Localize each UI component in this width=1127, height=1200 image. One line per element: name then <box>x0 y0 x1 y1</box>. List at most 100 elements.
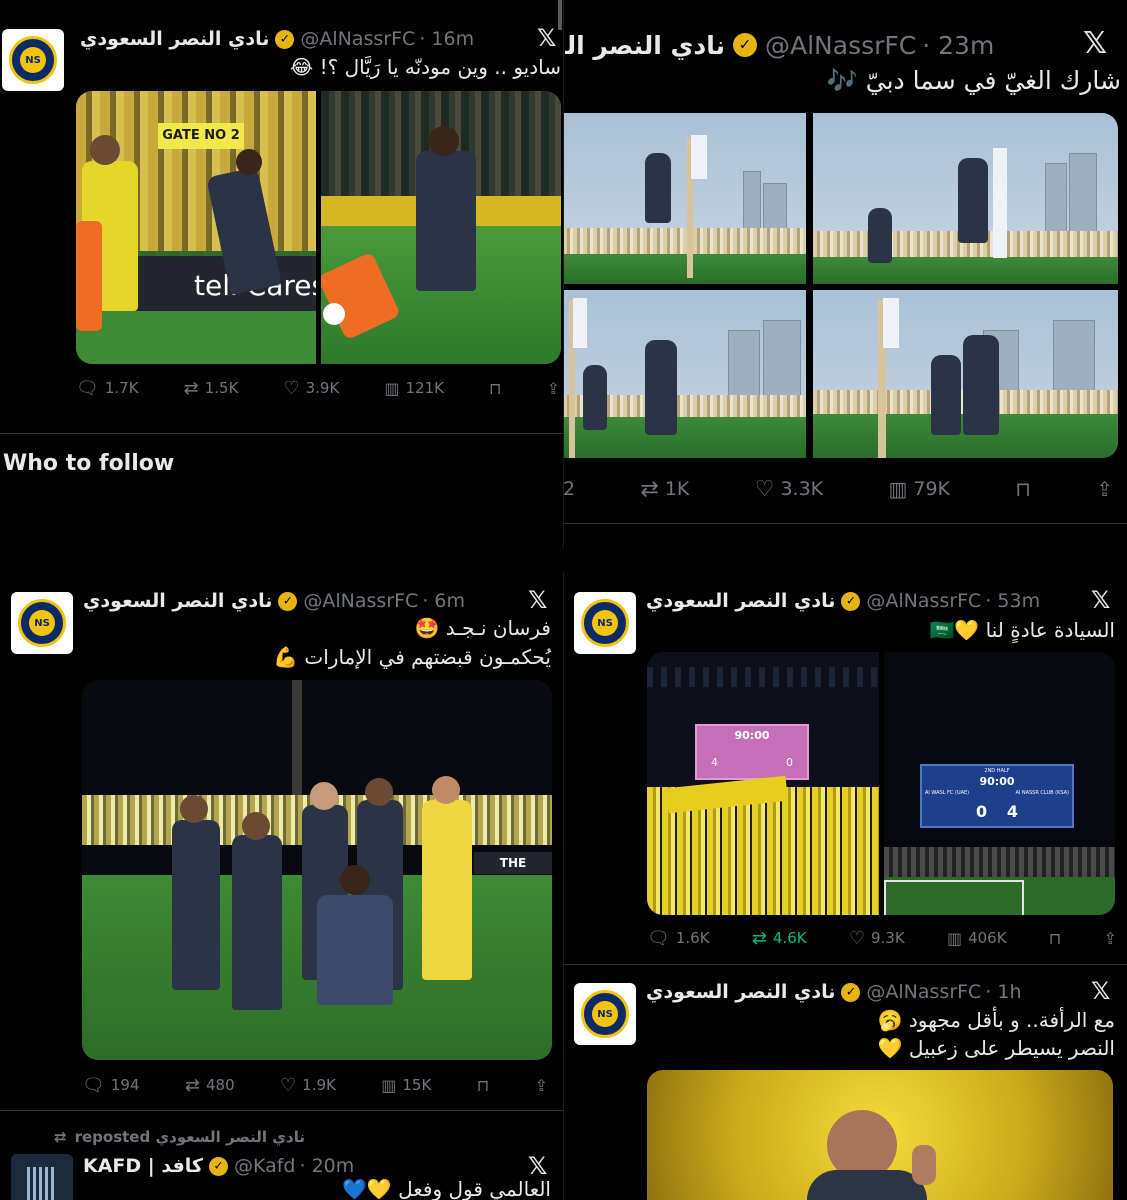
x-logo-icon[interactable]: 𝕏 <box>528 586 547 614</box>
repost-indicator[interactable]: ⇄ reposted نادي النصر السعودي <box>54 1127 305 1147</box>
home-score: 4 <box>711 756 718 769</box>
like-button[interactable]: ♡ 1.9K <box>280 1075 336 1096</box>
player-head <box>242 812 270 840</box>
display-name[interactable]: KAFD | كافد <box>83 1155 203 1177</box>
tweet-media[interactable] <box>647 1070 1113 1200</box>
celebration-photo-2[interactable] <box>813 113 1118 284</box>
handle[interactable]: @AlNassrFC <box>866 590 981 612</box>
timestamp[interactable]: · 53m <box>985 590 1040 612</box>
repost-icon: ⇄ <box>54 1128 67 1146</box>
match-photo-1[interactable]: GATE NO 2 tell Cares <box>76 91 316 364</box>
panel-border <box>0 549 1127 572</box>
building <box>1045 163 1067 235</box>
timestamp[interactable]: · 1h <box>985 981 1021 1003</box>
bar-chart-icon: ▥ <box>381 1075 397 1095</box>
bookmark-icon: ⊓ <box>476 1075 490 1095</box>
like-button[interactable]: ♡ 3.3K <box>755 477 823 502</box>
player-head <box>340 865 370 895</box>
bookmark-button[interactable]: ⊓ <box>477 1076 489 1095</box>
bookmark-button[interactable]: ⊓ <box>1049 929 1061 948</box>
x-logo-icon[interactable]: 𝕏 <box>528 1152 547 1180</box>
repost-button[interactable]: ⇄ 480 <box>185 1075 235 1096</box>
bar-chart-icon: ▥ <box>888 477 908 501</box>
x-logo-icon[interactable]: 𝕏 <box>1091 977 1110 1005</box>
bookmark-button[interactable]: ⊓ <box>1015 477 1031 501</box>
tweet-panel-1: NS نادي النصر السعودي @AlNassrFC · 16m 𝕏… <box>0 0 563 549</box>
x-logo-icon[interactable]: 𝕏 <box>1083 26 1107 61</box>
avatar[interactable]: NS <box>574 983 636 1045</box>
player-head <box>236 149 262 175</box>
scoreboard: 2ND HALF 90:00 Al WASL FC (UAE) Al NASSR… <box>920 764 1074 828</box>
reply-button[interactable]: 2 <box>563 478 575 500</box>
tweet-text: العالمي قول وفعل 💛💙 <box>341 1177 551 1200</box>
celebration-photo-3[interactable] <box>563 290 806 458</box>
tweet-media[interactable] <box>563 113 1118 458</box>
views-button[interactable]: ▥ 121K <box>384 379 444 398</box>
views-button[interactable]: ▥ 15K <box>381 1076 431 1095</box>
share-button[interactable]: ⇪ <box>1104 929 1117 948</box>
away-score: 0 <box>786 756 793 769</box>
player-dark <box>645 153 671 223</box>
verified-icon <box>278 591 298 611</box>
tweet-actions: 🗨 194 ⇄ 480 ♡ 1.9K ▥ 15K ⊓ ⇪ <box>82 1072 548 1098</box>
heart-icon: ♡ <box>848 927 865 949</box>
avatar[interactable]: NS <box>11 592 73 654</box>
timestamp[interactable]: · 23m <box>922 31 994 60</box>
handle[interactable]: @AlNassrFC <box>303 590 418 612</box>
avatar[interactable]: NS <box>574 592 636 654</box>
avatar-kafd[interactable] <box>11 1154 73 1200</box>
share-icon: ⇪ <box>1103 928 1117 948</box>
gate-sign: GATE NO 2 <box>158 123 244 149</box>
building <box>763 320 801 402</box>
tweet-text: شارك الغيّ في سما دبيّ 🎶 <box>826 66 1121 95</box>
building <box>763 183 787 233</box>
celebration-photo-1[interactable] <box>563 113 806 284</box>
like-button[interactable]: ♡ 3.9K <box>283 378 339 399</box>
divider <box>563 964 1127 965</box>
repost-button[interactable]: ⇄ 1K <box>640 477 689 502</box>
like-button[interactable]: ♡ 9.3K <box>849 928 905 949</box>
scoreboard-photo-2[interactable]: 2ND HALF 90:00 Al WASL FC (UAE) Al NASSR… <box>884 652 1115 915</box>
timestamp[interactable]: · 6m <box>422 590 465 612</box>
display-name[interactable]: نادي النصر السعودي <box>83 590 272 612</box>
tweet-media[interactable]: 90:00 4 0 2ND HALF 90:00 Al WASL FC (UAE… <box>647 652 1115 915</box>
tweet-media[interactable]: THE OFFICIAL <box>82 680 552 1060</box>
reply-button[interactable]: 🗨 1.6K <box>647 928 710 949</box>
display-name[interactable]: نادي النصر السعودي <box>80 28 269 50</box>
player-dark <box>645 340 677 435</box>
tweet-media[interactable]: GATE NO 2 tell Cares <box>76 91 561 364</box>
bookmark-button[interactable]: ⊓ <box>489 379 501 398</box>
scoreboard-period: 2ND HALF <box>984 768 1010 774</box>
handle[interactable]: @AlNassrFC <box>765 31 916 60</box>
tweet-text-line-2: النصر يسيطر على زعبيل 💛 <box>877 1036 1115 1060</box>
display-name[interactable]: نادي النصر السعودي <box>565 31 725 60</box>
display-name[interactable]: نادي النصر السعودي <box>646 981 835 1003</box>
corner-flag <box>573 298 587 348</box>
handle[interactable]: @AlNassrFC <box>866 981 981 1003</box>
player-dark <box>868 208 892 263</box>
avatar[interactable]: NS <box>2 29 64 91</box>
repost-button[interactable]: ⇄ 4.6K <box>752 928 807 949</box>
timestamp[interactable]: · 16m <box>419 28 474 50</box>
share-button[interactable]: ⇪ <box>1096 477 1113 501</box>
verified-icon <box>733 33 757 57</box>
views-button[interactable]: ▥ 79K <box>888 477 950 501</box>
scrollbar[interactable] <box>558 0 562 30</box>
x-logo-icon[interactable]: 𝕏 <box>1091 586 1110 614</box>
timestamp[interactable]: · 20m <box>300 1155 355 1177</box>
views-button[interactable]: ▥ 406K <box>947 929 1007 948</box>
share-button[interactable]: ⇪ <box>547 379 560 398</box>
reply-button[interactable]: 🗨 1.7K <box>76 378 139 399</box>
repost-button[interactable]: ⇄ 1.5K <box>184 378 239 399</box>
handle[interactable]: @AlNassrFC <box>300 28 415 50</box>
celebration-photo-4[interactable] <box>813 290 1118 458</box>
building <box>743 171 761 233</box>
reply-button[interactable]: 🗨 194 <box>82 1075 140 1096</box>
handle[interactable]: @Kafd <box>234 1155 296 1177</box>
share-button[interactable]: ⇪ <box>535 1076 548 1095</box>
scoreboard-time: 90:00 <box>979 775 1015 788</box>
scoreboard-photo-1[interactable]: 90:00 4 0 <box>647 652 879 915</box>
display-name[interactable]: نادي النصر السعودي <box>646 590 835 612</box>
match-photo-2[interactable] <box>321 91 561 364</box>
x-logo-icon[interactable]: 𝕏 <box>537 24 556 52</box>
